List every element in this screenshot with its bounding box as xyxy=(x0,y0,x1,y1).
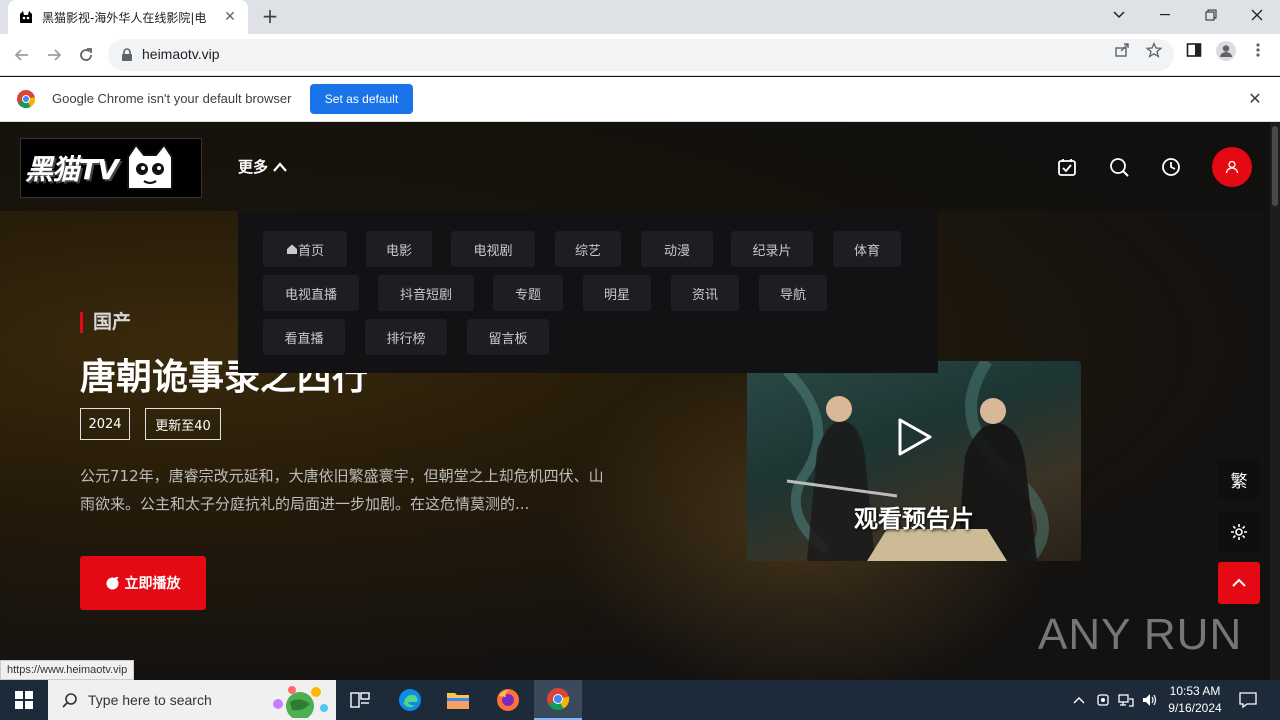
nav-item-documentary[interactable]: 纪录片 xyxy=(731,231,813,267)
nav-item-label: 首页 xyxy=(297,243,324,259)
hero-description: 公元712年，唐睿宗改元延和，大唐依旧繁盛寰宇，但朝堂之上却危机四伏、山雨欲来。… xyxy=(80,467,604,513)
nav-item-watch-live[interactable]: 看直播 xyxy=(263,319,345,355)
site-header: 黑猫TV 更多 xyxy=(0,122,1270,211)
search-highlights-icon xyxy=(273,686,328,718)
firefox-icon[interactable] xyxy=(484,680,532,720)
nav-item-navigation[interactable]: 导航 xyxy=(759,275,827,311)
browser-tab[interactable]: 黑猫影视-海外华人在线影院|电 ✕ xyxy=(8,0,248,34)
more-label: 更多 xyxy=(238,158,269,176)
notifications-icon[interactable] xyxy=(1234,680,1262,720)
device-icon[interactable] xyxy=(1092,680,1114,720)
taskbar-search-placeholder: Type here to search xyxy=(88,692,212,708)
back-to-top-button[interactable] xyxy=(1218,562,1260,604)
chrome-menu-icon[interactable] xyxy=(1252,42,1264,58)
tab-close-icon[interactable]: ✕ xyxy=(222,9,238,25)
scrollbar-thumb[interactable] xyxy=(1272,126,1278,206)
cat-mascot-icon xyxy=(126,143,173,190)
trailer-caption: 观看预告片 xyxy=(854,505,974,533)
year-tag: 2024 xyxy=(80,408,130,440)
play-dot-icon xyxy=(106,576,119,589)
anyrun-watermark: ANY RUN xyxy=(1038,610,1243,659)
traditional-chinese-button[interactable]: 繁 xyxy=(1218,459,1260,499)
logo-text: 黑猫TV xyxy=(25,153,119,186)
nav-item-message-board[interactable]: 留言板 xyxy=(467,319,549,355)
lock-icon[interactable] xyxy=(120,48,134,62)
favorites-icon[interactable] xyxy=(1052,152,1082,182)
file-explorer-icon[interactable] xyxy=(434,680,482,720)
play-now-button[interactable]: 立即播放 xyxy=(80,556,206,610)
nav-item-variety[interactable]: 综艺 xyxy=(555,231,621,267)
nav-item-rankings[interactable]: 排行榜 xyxy=(365,319,447,355)
settings-button[interactable] xyxy=(1218,512,1260,552)
chevron-up-icon xyxy=(1232,578,1246,587)
nav-item-stars[interactable]: 明星 xyxy=(583,275,651,311)
nav-item-topics[interactable]: 专题 xyxy=(493,275,563,311)
task-view-icon[interactable] xyxy=(336,680,384,720)
tab-strip: 黑猫影视-海外华人在线影院|电 ✕ + xyxy=(0,0,1280,34)
close-window-button[interactable] xyxy=(1234,0,1280,30)
nav-item-sports[interactable]: 体育 xyxy=(833,231,901,267)
taskbar-search-box[interactable]: Type here to search xyxy=(48,680,336,720)
site-logo[interactable]: 黑猫TV xyxy=(20,138,202,198)
tab-title: 黑猫影视-海外华人在线影院|电 xyxy=(42,10,207,25)
url-text[interactable]: heimaotv.vip xyxy=(142,46,220,62)
reload-button[interactable] xyxy=(74,43,98,67)
history-icon[interactable] xyxy=(1156,152,1186,182)
share-icon[interactable] xyxy=(1114,42,1130,58)
search-icon xyxy=(62,693,77,708)
nav-item-movies[interactable]: 电影 xyxy=(366,231,432,267)
windows-logo-icon xyxy=(15,691,33,709)
profile-avatar-icon[interactable] xyxy=(1216,41,1236,61)
edge-browser-icon[interactable] xyxy=(386,680,434,720)
volume-icon[interactable] xyxy=(1139,680,1161,720)
chrome-taskbar-icon[interactable] xyxy=(534,680,582,720)
nav-item-douyin-shorts[interactable]: 抖音短剧 xyxy=(378,275,474,311)
nav-item-home[interactable]: 首页 xyxy=(263,231,347,267)
bookmark-star-icon[interactable] xyxy=(1146,42,1162,58)
back-button[interactable] xyxy=(10,43,34,67)
hero-category[interactable]: 国产 xyxy=(80,312,131,333)
nav-item-anime[interactable]: 动漫 xyxy=(641,231,713,267)
side-panel-icon[interactable] xyxy=(1186,42,1202,58)
infobar-message: Google Chrome isn't your default browser xyxy=(52,91,292,106)
browser-toolbar: heimaotv.vip xyxy=(0,34,1280,76)
status-bar-url: https://www.heimaotv.vip xyxy=(0,660,135,680)
home-icon xyxy=(286,244,297,254)
close-infobar-icon[interactable]: ✕ xyxy=(1246,90,1264,108)
default-browser-infobar: Google Chrome isn't your default browser… xyxy=(0,77,1280,122)
clock-date: 9/16/2024 xyxy=(1168,701,1222,715)
nav-item-tv-series[interactable]: 电视剧 xyxy=(451,231,535,267)
update-tag: 更新至40 xyxy=(145,408,221,440)
page-scrollbar[interactable] xyxy=(1270,122,1280,680)
nav-item-live-tv[interactable]: 电视直播 xyxy=(263,275,359,311)
windows-taskbar: Type here to search 10:53 AM 9/16/2024 xyxy=(0,680,1280,720)
forward-button[interactable] xyxy=(42,43,66,67)
restore-button[interactable] xyxy=(1188,0,1234,30)
show-hidden-icons-chevron[interactable] xyxy=(1068,680,1090,720)
start-button[interactable] xyxy=(0,680,48,720)
clock-time: 10:53 AM xyxy=(1169,684,1221,698)
gear-icon xyxy=(1231,524,1247,540)
play-triangle-icon[interactable] xyxy=(897,417,933,457)
minimize-button[interactable] xyxy=(1142,0,1188,30)
tab-search-icon[interactable] xyxy=(1096,0,1142,30)
user-icon xyxy=(1225,160,1239,174)
new-tab-button[interactable]: + xyxy=(258,5,282,29)
address-bar[interactable]: heimaotv.vip xyxy=(108,39,1174,71)
play-label: 立即播放 xyxy=(124,576,181,592)
more-menu-toggle[interactable]: 更多 xyxy=(238,156,288,177)
cat-favicon-icon xyxy=(20,11,32,23)
nav-item-news[interactable]: 资讯 xyxy=(671,275,739,311)
chrome-logo-icon xyxy=(17,90,35,108)
web-page: 黑猫TV 更多 国产 唐朝诡事录之西行 2024 更新至40 公元712年，唐睿… xyxy=(0,122,1270,680)
network-icon[interactable] xyxy=(1115,680,1137,720)
search-icon[interactable] xyxy=(1104,152,1134,182)
trailer-thumbnail[interactable]: 观看预告片 xyxy=(747,361,1081,561)
set-default-button[interactable]: Set as default xyxy=(310,84,413,114)
user-account-button[interactable] xyxy=(1212,147,1252,187)
taskbar-clock[interactable]: 10:53 AM 9/16/2024 xyxy=(1160,683,1230,717)
more-dropdown-menu: 首页 电影 电视剧 综艺 动漫 纪录片 体育 电视直播 抖音短剧 专题 明星 资… xyxy=(238,211,938,373)
chevron-up-icon xyxy=(273,161,287,172)
